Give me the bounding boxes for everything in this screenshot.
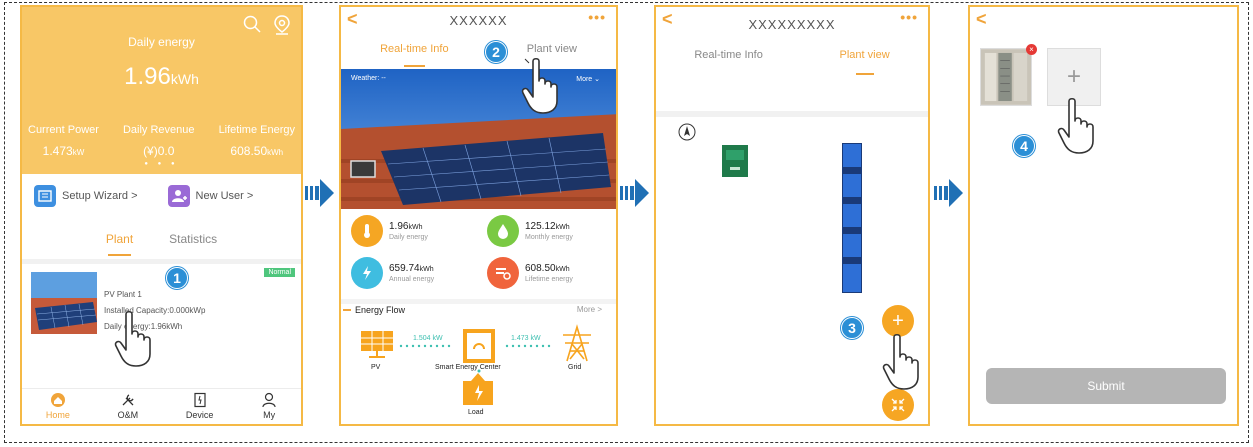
energy-flow-title: Energy Flow: [343, 305, 405, 315]
wrench-icon: [122, 394, 134, 406]
tab-plant[interactable]: Plant: [106, 232, 133, 256]
more-menu-button[interactable]: •••: [900, 9, 918, 25]
uploaded-photo-thumbnail[interactable]: [980, 48, 1032, 106]
collapse-arrows-icon: [891, 398, 905, 412]
daily-energy-label: Daily energy: [128, 35, 195, 49]
more-menu-button[interactable]: •••: [588, 9, 606, 25]
home-screen: Daily energy 1.96kWh Current Power 1.473…: [20, 5, 303, 426]
kpi-monthly-energy: 125.12kWh Monthly energy: [487, 215, 573, 247]
photo-upload-screen: < × + 4 Submit: [968, 5, 1239, 426]
setup-wizard-icon: [34, 185, 56, 207]
bottom-nav: Home O&M Device My: [22, 388, 301, 424]
plant-title: XXXXXXXXX: [748, 17, 836, 32]
add-user-icon: [167, 185, 190, 207]
carousel-dots: ● ● ●: [144, 161, 179, 167]
energy-flow-more-link[interactable]: More >: [577, 305, 602, 314]
pv-panel-icon: [361, 331, 393, 358]
inverter-device[interactable]: [722, 145, 748, 177]
lifetime-energy-stat: Lifetime Energy 608.50kWh: [218, 124, 295, 158]
grid-tower-icon: [563, 324, 591, 362]
nav-device[interactable]: Device: [186, 389, 213, 424]
tab-plant-view[interactable]: Plant view: [527, 43, 577, 55]
pv-power-value: 1.504 kW: [413, 335, 443, 342]
photo-more-link[interactable]: More ⌄: [576, 75, 600, 83]
lightning-icon: [351, 257, 383, 289]
plant-view-screen: < XXXXXXXXX ••• Real-time Info Plant vie…: [654, 5, 930, 426]
energy-center-label: Smart Energy Center: [435, 364, 501, 371]
submit-button[interactable]: Submit: [986, 368, 1226, 404]
weather-label: Weather: --: [351, 75, 386, 82]
current-power-stat: Current Power 1.473kW: [28, 124, 99, 158]
tab-realtime-info[interactable]: Real-time Info: [694, 49, 762, 61]
plant-thumbnail: [31, 272, 97, 334]
kpi-lifetime-energy: 608.50kWh Lifetime energy: [487, 257, 573, 289]
tap-hand-icon: [521, 57, 558, 114]
step-badge: 4: [1013, 135, 1035, 157]
flow-arrow-icon: [620, 179, 649, 207]
compass-icon[interactable]: [678, 123, 696, 141]
remove-photo-button[interactable]: ×: [1026, 44, 1037, 55]
kpi-annual-energy: 659.74kWh Annual energy: [351, 257, 434, 289]
nav-my[interactable]: My: [261, 389, 277, 424]
status-badge: Normal: [264, 268, 295, 277]
tab-statistics[interactable]: Statistics: [169, 232, 217, 246]
tab-plant-view[interactable]: Plant view: [840, 49, 890, 75]
flow-arrow-icon: [934, 179, 963, 207]
setup-wizard-button[interactable]: Setup Wizard >: [34, 185, 138, 207]
user-icon: [262, 392, 276, 408]
new-user-label: New User >: [195, 190, 254, 202]
new-user-button[interactable]: New User >: [167, 185, 254, 207]
nav-home[interactable]: Home: [46, 389, 70, 424]
pv-label: PV: [371, 364, 381, 371]
meter-icon: [487, 257, 519, 289]
plant-list-item[interactable]: Normal PV Plant 1 Installed Capacity:0.0…: [22, 264, 301, 346]
tap-hand-icon: [882, 333, 919, 390]
section-divider: [656, 111, 928, 117]
pv-string-layout[interactable]: [842, 143, 862, 293]
energy-summary-header: Daily energy 1.96kWh Current Power 1.473…: [22, 7, 301, 174]
grid-label: Grid: [568, 364, 582, 371]
plant-photo: Weather: -- More ⌄: [341, 69, 616, 209]
step-badge: 2: [485, 41, 507, 63]
load-label: Load: [468, 409, 484, 416]
daily-revenue-stat: Daily Revenue (¥)0.0: [122, 124, 195, 158]
tap-hand-icon: [1057, 97, 1094, 154]
tab-realtime-info[interactable]: Real-time Info: [380, 43, 449, 67]
collapse-button[interactable]: [882, 389, 914, 421]
drop-icon: [487, 215, 519, 247]
load-icon: [463, 373, 493, 405]
energy-center-icon: [463, 329, 495, 363]
section-divider: [341, 299, 616, 304]
back-button[interactable]: <: [976, 9, 987, 30]
plant-title: XXXXXX: [449, 13, 508, 28]
tap-hand-icon: [114, 310, 151, 367]
device-icon: [194, 392, 206, 408]
step-badge: 3: [841, 317, 863, 339]
kpi-daily-energy: 1.96kWh Daily energy: [351, 215, 428, 247]
grid-power-value: 1.473 kW: [511, 335, 541, 342]
step-badge: 1: [166, 267, 188, 289]
flow-arrow-icon: [305, 179, 334, 207]
nav-om[interactable]: O&M: [118, 389, 138, 424]
energy-flow-diagram: [361, 324, 591, 405]
home-icon: [50, 393, 65, 407]
thermometer-icon: [351, 215, 383, 247]
daily-energy-value: 1.96kWh: [124, 63, 199, 90]
plant-realtime-screen: < XXXXXX ••• Real-time Info Plant view W…: [339, 5, 618, 426]
plant-name: PV Plant 1: [104, 290, 142, 299]
setup-wizard-label: Setup Wizard >: [62, 190, 138, 202]
